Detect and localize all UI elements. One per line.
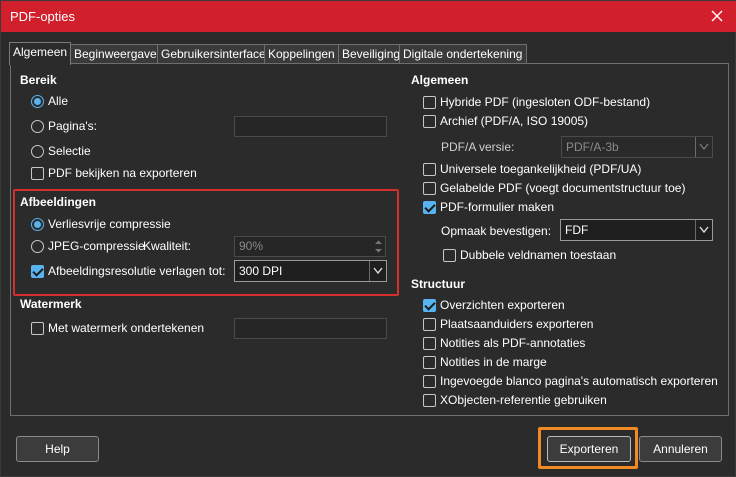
label-gelabelde: Gelabelde PDF (voegt documentstructuur t… bbox=[440, 181, 686, 195]
chevron-down-icon[interactable] bbox=[695, 137, 712, 157]
kwaliteit-value: 90% bbox=[239, 239, 264, 253]
label-opmaak: Opmaak bevestigen: bbox=[441, 224, 552, 238]
chevron-down-icon[interactable] bbox=[695, 220, 712, 240]
opmaak-value: FDF bbox=[565, 223, 589, 237]
checkbox-notities-marge[interactable] bbox=[423, 356, 436, 369]
pdfa-value: PDF/A-3b bbox=[566, 140, 619, 154]
checkbox-dubbele[interactable] bbox=[443, 249, 456, 262]
radio-paginas[interactable] bbox=[31, 120, 44, 133]
label-universeel: Universele toegankelijkheid (PDF/UA) bbox=[440, 162, 642, 176]
label-jpeg: JPEG-compressie bbox=[48, 239, 145, 253]
label-notities-pdf: Notities als PDF-annotaties bbox=[440, 336, 586, 350]
checkbox-resolutie[interactable] bbox=[31, 265, 44, 278]
checkbox-gelabelde[interactable] bbox=[423, 182, 436, 195]
label-pdf-bekijken: PDF bekijken na exporteren bbox=[48, 166, 197, 180]
afbeeldingen-heading: Afbeeldingen bbox=[20, 195, 97, 209]
pdf-options-dialog: PDF-opties Algemeen Beginweergave Gebrui… bbox=[0, 0, 736, 477]
checkbox-watermerk[interactable] bbox=[31, 322, 44, 335]
label-dubbele: Dubbele veldnamen toestaan bbox=[460, 248, 617, 262]
label-archief: Archief (PDF/A, ISO 19005) bbox=[440, 114, 589, 128]
help-button[interactable]: Help bbox=[16, 436, 99, 462]
resolutie-select[interactable]: 300 DPI bbox=[234, 260, 387, 282]
tab-digitale-ondertekening[interactable]: Digitale ondertekening bbox=[399, 44, 527, 64]
bereik-heading: Bereik bbox=[20, 73, 57, 87]
kwaliteit-spinbox[interactable]: 90% bbox=[234, 236, 386, 257]
radio-selectie[interactable] bbox=[31, 145, 44, 158]
label-notities-marge: Notities in de marge bbox=[440, 355, 547, 369]
checkbox-overzichten[interactable] bbox=[423, 299, 436, 312]
opmaak-select[interactable]: FDF bbox=[560, 219, 713, 241]
label-alle: Alle bbox=[48, 94, 69, 108]
label-selectie: Selectie bbox=[48, 144, 91, 158]
checkbox-notities-pdf[interactable] bbox=[423, 337, 436, 350]
cancel-button[interactable]: Annuleren bbox=[639, 436, 722, 462]
checkbox-universeel[interactable] bbox=[423, 163, 436, 176]
tab-gebruikersinterface[interactable]: Gebruikersinterface bbox=[157, 44, 266, 64]
label-watermerk: Met watermerk ondertekenen bbox=[48, 321, 205, 335]
close-icon[interactable] bbox=[707, 6, 727, 26]
label-formulier: PDF-formulier maken bbox=[440, 200, 555, 214]
structuur-heading: Structuur bbox=[411, 277, 465, 291]
watermerk-input[interactable] bbox=[234, 318, 387, 339]
tab-beginweergave[interactable]: Beginweergave bbox=[70, 44, 158, 64]
label-paginas: Pagina's: bbox=[48, 119, 97, 133]
label-hybride: Hybride PDF (ingesloten ODF-bestand) bbox=[440, 95, 651, 109]
radio-verliesvrij[interactable] bbox=[31, 218, 44, 231]
pdfa-select[interactable]: PDF/A-3b bbox=[561, 136, 713, 158]
resolutie-value: 300 DPI bbox=[239, 264, 283, 278]
watermerk-heading: Watermerk bbox=[20, 297, 82, 311]
window-title: PDF-opties bbox=[10, 9, 76, 24]
checkbox-blanco[interactable] bbox=[423, 375, 436, 388]
checkbox-formulier[interactable] bbox=[423, 201, 436, 214]
algemeen-heading: Algemeen bbox=[411, 73, 469, 87]
checkbox-archief[interactable] bbox=[423, 115, 436, 128]
label-plaatsaanduiders: Plaatsaanduiders exporteren bbox=[440, 317, 594, 331]
radio-alle[interactable] bbox=[31, 95, 44, 108]
checkbox-xobjecten[interactable] bbox=[423, 394, 436, 407]
label-resolutie: Afbeeldingsresolutie verlagen tot: bbox=[48, 264, 226, 278]
label-blanco: Ingevoegde blanco pagina's automatisch e… bbox=[440, 374, 718, 388]
label-kwaliteit: Kwaliteit: bbox=[143, 239, 192, 253]
checkbox-pdf-bekijken[interactable] bbox=[31, 167, 44, 180]
export-button[interactable]: Exporteren bbox=[547, 436, 631, 462]
tab-koppelingen[interactable]: Koppelingen bbox=[264, 44, 339, 64]
label-overzichten: Overzichten exporteren bbox=[440, 298, 565, 312]
spin-arrows-icon[interactable] bbox=[372, 237, 385, 256]
checkbox-plaatsaanduiders[interactable] bbox=[423, 318, 436, 331]
checkbox-hybride[interactable] bbox=[423, 96, 436, 109]
radio-jpeg[interactable] bbox=[31, 240, 44, 253]
tab-beveiliging[interactable]: Beveiliging bbox=[338, 44, 400, 64]
label-pdfa-versie: PDF/A versie: bbox=[441, 140, 515, 154]
label-xobjecten: XObjecten-referentie gebruiken bbox=[440, 393, 607, 407]
title-bar[interactable]: PDF-opties bbox=[1, 1, 736, 32]
tab-algemeen[interactable]: Algemeen bbox=[9, 42, 71, 65]
label-verliesvrij: Verliesvrije compressie bbox=[48, 217, 171, 231]
chevron-down-icon[interactable] bbox=[369, 261, 386, 281]
paginas-input[interactable] bbox=[234, 116, 387, 137]
